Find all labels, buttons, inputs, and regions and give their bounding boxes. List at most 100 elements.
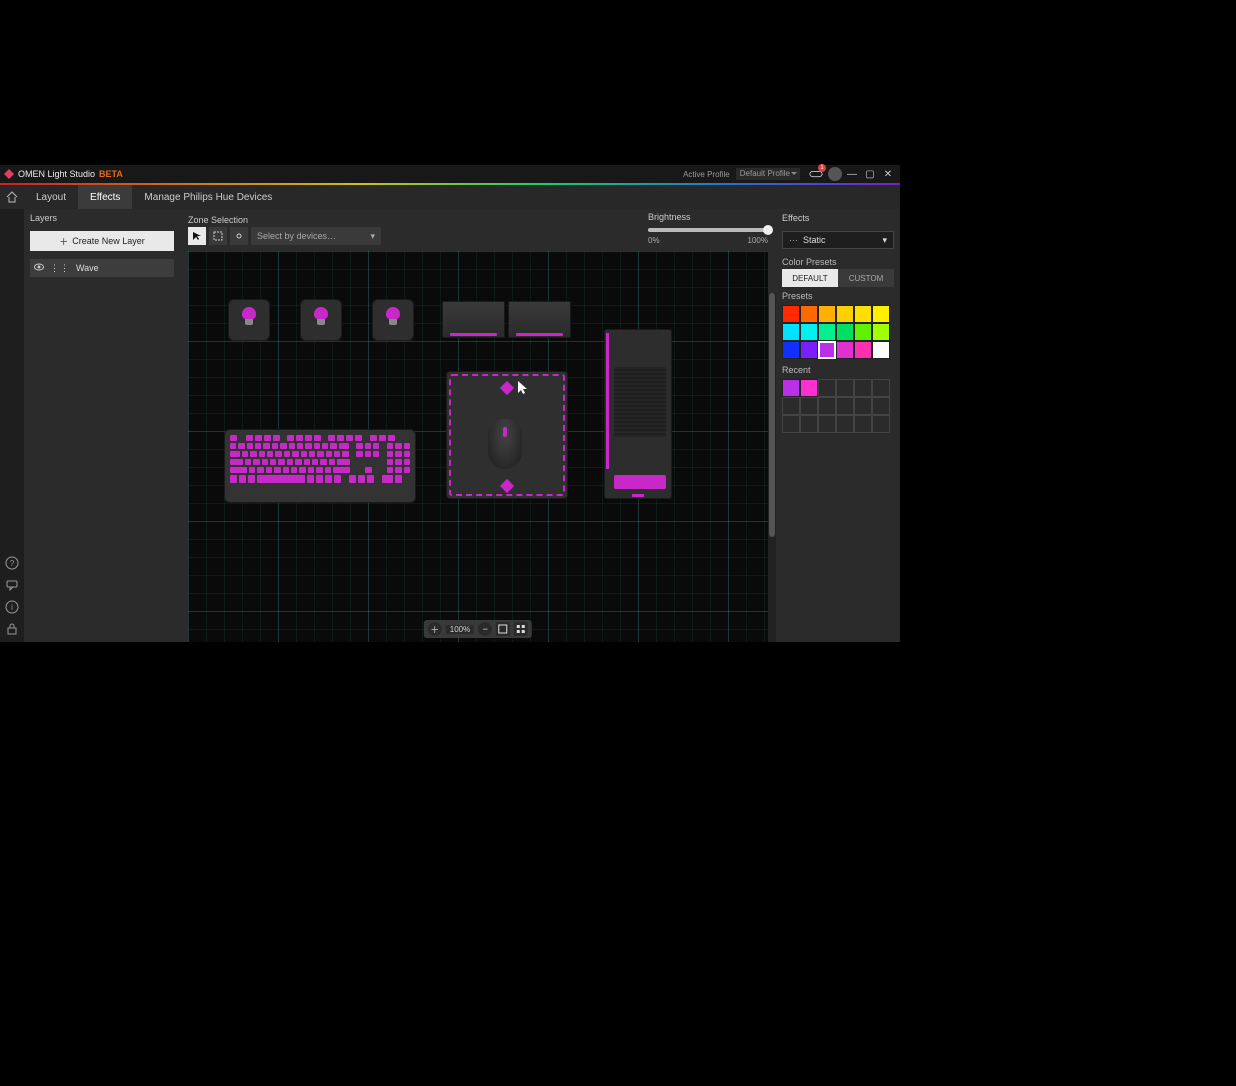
empty-swatch [782,415,800,433]
layer-name: Wave [76,263,99,273]
left-icon-rail: ? i [0,209,24,642]
zoom-out-button[interactable]: − [478,622,492,636]
help-icon[interactable]: ? [5,556,19,570]
zoom-value: 100% [446,625,474,634]
create-layer-button[interactable]: ＋ Create New Layer [30,231,174,251]
svg-text:i: i [11,603,13,612]
tabs-row: Layout Effects Manage Philips Hue Device… [0,185,900,209]
color-swatch[interactable] [854,323,872,341]
device-monitor[interactable] [442,301,505,338]
preset-custom-tab[interactable]: CUSTOM [838,269,894,287]
accent-divider [0,183,900,185]
device-bulb[interactable] [372,299,414,341]
color-swatch[interactable] [782,341,800,359]
minimize-button[interactable]: — [844,166,860,182]
home-button[interactable] [0,185,24,209]
tab-layout[interactable]: Layout [24,185,78,209]
color-swatch[interactable] [872,305,890,323]
avatar[interactable] [828,167,842,181]
visibility-icon[interactable] [34,263,44,273]
color-swatch[interactable] [836,341,854,359]
color-swatch[interactable] [782,305,800,323]
color-swatch[interactable] [854,341,872,359]
bulb-icon [386,307,400,325]
empty-swatch [818,415,836,433]
canvas-wrap: ＋ 100% − [180,251,776,642]
zoom-in-button[interactable]: ＋ [428,622,442,636]
app-title: OMEN Light Studio [18,169,95,179]
fit-screen-button[interactable] [496,622,510,636]
chevron-down-icon: ▾ [882,235,887,246]
svg-text:?: ? [10,559,15,568]
pointer-tool[interactable] [188,227,206,245]
gamepad-icon[interactable]: 1 [808,166,824,182]
close-button[interactable]: ✕ [880,166,896,182]
keyboard-lights [230,435,410,497]
color-swatch[interactable] [854,305,872,323]
color-swatch[interactable] [800,305,818,323]
bulb-icon [242,307,256,325]
marquee-tool[interactable] [209,227,227,245]
color-swatch[interactable] [818,341,836,359]
app-window: OMEN Light Studio BETA Active Profile De… [0,165,900,642]
layers-panel: Layers ＋ Create New Layer ⋮⋮ Wave [24,209,180,642]
info-icon[interactable]: i [5,600,19,614]
effects-panel: Effects ⋯Static ▾ Color Presets DEFAULT … [776,209,900,642]
brightness-max: 100% [748,236,768,245]
empty-swatch [818,397,836,415]
workspace-toolbar: Zone Selection Select by devices… [180,209,776,251]
color-swatch[interactable] [800,341,818,359]
color-swatch[interactable] [818,323,836,341]
link-tool[interactable] [230,227,248,245]
effect-type-select[interactable]: ⋯Static ▾ [782,231,894,249]
empty-swatch [872,379,890,397]
omen-logo-icon [4,169,14,179]
brightness-label: Brightness [648,212,768,222]
color-swatch[interactable] [836,323,854,341]
lock-icon[interactable] [5,622,19,636]
empty-swatch [854,415,872,433]
profile-select[interactable]: Default Profile [736,168,800,180]
device-bulb[interactable] [300,299,342,341]
device-bulb[interactable] [228,299,270,341]
device-mouse[interactable] [488,419,522,469]
zone-selection-label: Zone Selection [188,215,381,225]
color-swatch[interactable] [818,305,836,323]
device-monitor[interactable] [508,301,571,338]
bulb-icon [314,307,328,325]
device-mousepad[interactable] [446,371,568,499]
chevron-down-icon: ▾ [370,231,375,242]
plus-icon: ＋ [59,235,68,248]
brightness-min: 0% [648,236,660,245]
tower-side-light [606,333,609,469]
device-keyboard[interactable] [224,429,416,503]
feedback-icon[interactable] [5,578,19,592]
tower-foot-light [632,494,644,497]
color-swatch[interactable] [782,379,800,397]
maximize-button[interactable]: ▢ [862,166,878,182]
vertical-scrollbar[interactable] [768,293,776,642]
color-swatch[interactable] [800,379,818,397]
device-tower[interactable] [604,329,672,499]
grid-toggle-button[interactable] [514,622,528,636]
empty-swatch [818,379,836,397]
active-profile-label: Active Profile [683,170,730,179]
lighting-canvas[interactable]: ＋ 100% − [188,251,768,642]
device-select[interactable]: Select by devices… ▾ [251,227,381,245]
drag-handle-icon: ⋯ [789,235,799,245]
color-swatch[interactable] [836,305,854,323]
tab-manage-hue[interactable]: Manage Philips Hue Devices [132,185,284,209]
tab-effects[interactable]: Effects [78,185,132,209]
preset-default-tab[interactable]: DEFAULT [782,269,838,287]
tower-grill [614,367,666,437]
empty-swatch [872,415,890,433]
color-swatch[interactable] [782,323,800,341]
empty-swatch [800,415,818,433]
color-swatch[interactable] [872,323,890,341]
color-swatch[interactable] [800,323,818,341]
notification-badge: 1 [818,164,826,172]
color-swatch[interactable] [872,341,890,359]
layer-item[interactable]: ⋮⋮ Wave [30,259,174,277]
brightness-slider[interactable] [648,228,768,232]
drag-handle-icon[interactable]: ⋮⋮ [50,263,70,274]
